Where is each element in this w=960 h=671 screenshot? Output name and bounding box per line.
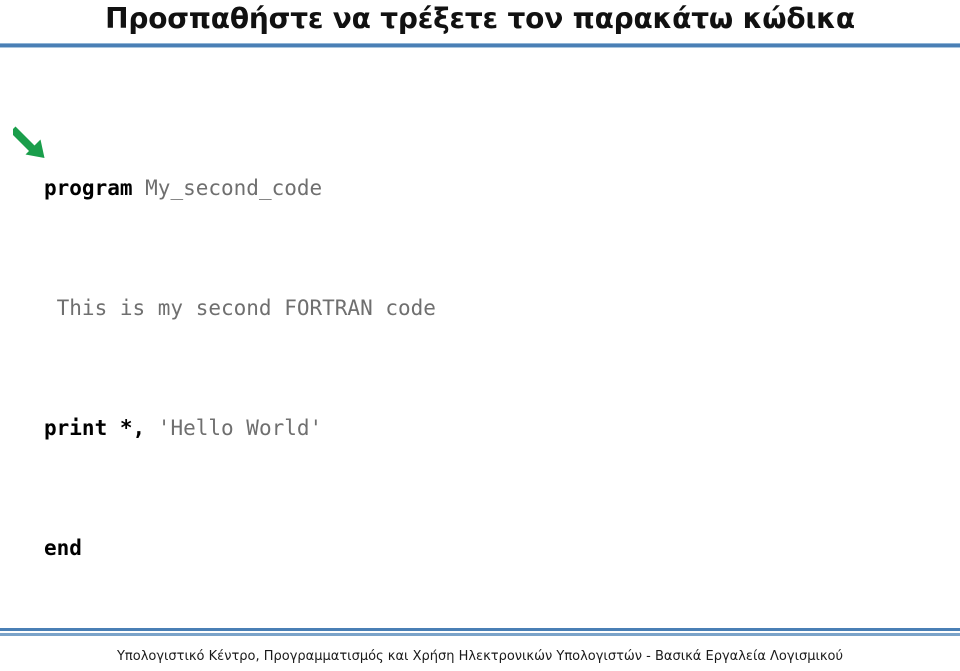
footer-divider-line-bottom — [0, 633, 960, 636]
title-divider — [0, 43, 960, 48]
page-title: Προσπαθήστε να τρέξετε τον παρακάτω κώδι… — [105, 2, 855, 35]
code-line-2: This is my second FORTRAN code — [44, 296, 436, 320]
code-keyword-print: print *, — [44, 416, 146, 440]
code-keyword-program: program — [44, 176, 133, 200]
code-block: program My_second_code This is my second… — [44, 113, 436, 623]
code-line-3: print *, 'Hello World' — [44, 413, 436, 443]
footer-divider — [0, 628, 960, 637]
code-program-name: My_second_code — [132, 176, 323, 200]
slide-canvas: Προσπαθήστε να τρέξετε τον παρακάτω κώδι… — [0, 0, 960, 671]
title-divider-line-bottom — [0, 47, 960, 48]
code-line-1: program My_second_code — [44, 173, 436, 203]
footer-text: Υπολογιστικό Κέντρο, Προγραμματισμός και… — [116, 649, 844, 664]
code-keyword-end: end — [44, 536, 82, 560]
code-line-4: end — [44, 533, 436, 563]
code-string-hello-world: 'Hello World' — [145, 416, 323, 440]
